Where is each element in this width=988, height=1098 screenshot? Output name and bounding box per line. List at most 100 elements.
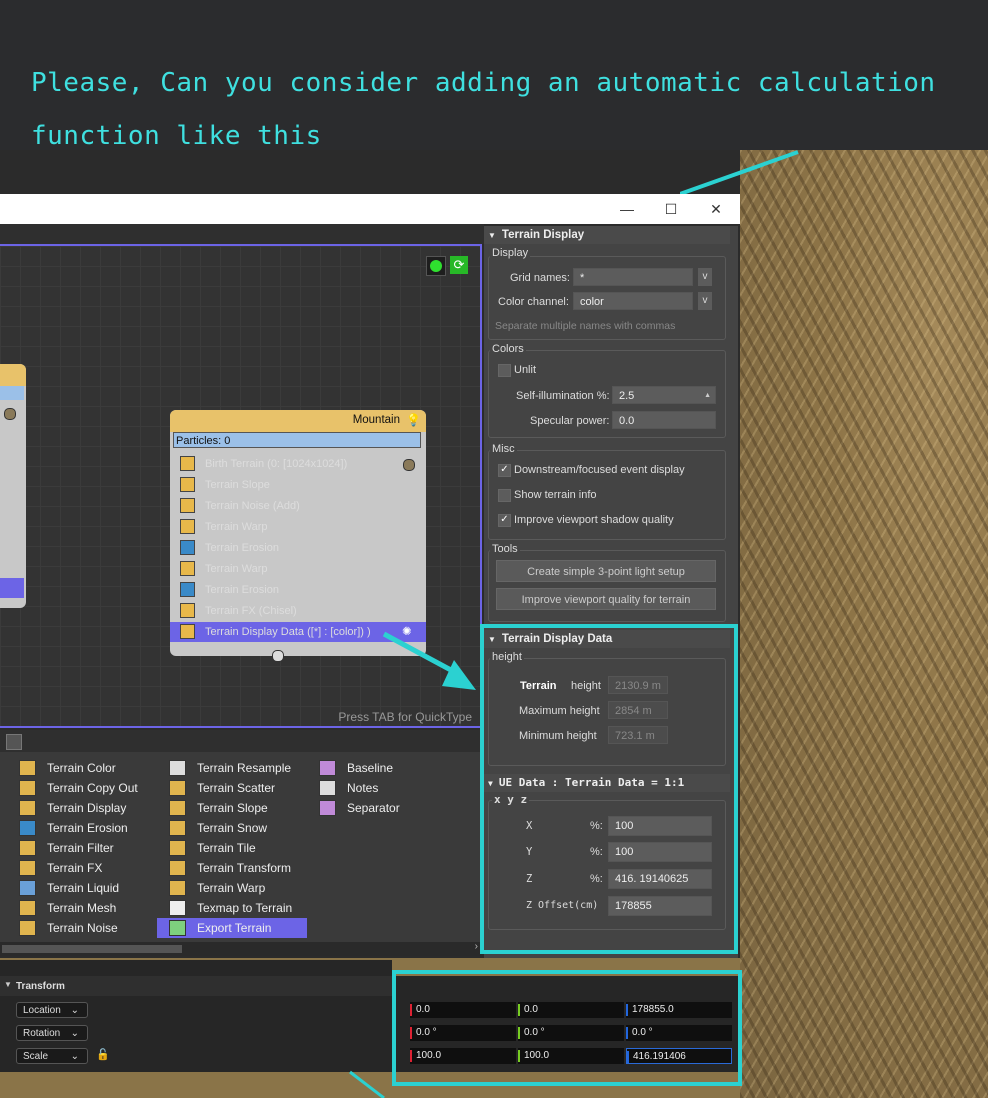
terrain-scatter-icon <box>169 780 186 796</box>
terrain-noise-icon <box>180 498 195 513</box>
grid-names-dropdown[interactable]: v <box>698 268 712 286</box>
partial-node[interactable] <box>0 364 26 608</box>
highlight-box-panel <box>480 624 738 954</box>
graph-border <box>0 726 482 728</box>
banner-line-2: function like this <box>31 121 322 151</box>
transform-title: Transform <box>16 981 65 992</box>
misc2-label: Show terrain info <box>514 489 597 501</box>
misc1-label: Downstream/focused event display <box>514 464 685 476</box>
node-item-warp-2[interactable]: Terrain Warp <box>174 559 424 579</box>
grid-names-label: Grid names: <box>510 272 570 284</box>
terrain-snow-icon <box>169 820 186 836</box>
minimize-button[interactable]: — <box>617 200 637 218</box>
terrain-erosion-icon <box>19 820 36 836</box>
texmap-icon <box>169 900 186 916</box>
terrain-slope-icon <box>180 477 195 492</box>
unlit-label: Unlit <box>514 364 537 376</box>
palette-scrollbar[interactable]: › <box>0 941 480 956</box>
misc1-checkbox[interactable]: ✓ <box>498 464 511 477</box>
self-illum-spinner[interactable]: 2.5 ▲ <box>612 386 716 404</box>
terrain-erosion-icon <box>180 540 195 555</box>
terrain-fx-icon <box>19 860 36 876</box>
terrain-liquid-icon <box>19 880 36 896</box>
palette-item-selected[interactable]: Export Terrain <box>157 918 307 938</box>
display-group-title: Display <box>490 247 531 259</box>
misc3-checkbox[interactable]: ✓ <box>498 514 511 527</box>
location-dropdown[interactable]: Location ⌄ <box>16 1002 88 1018</box>
node-item-fx[interactable]: Terrain FX (Chisel) <box>174 601 424 621</box>
terrain-tile-icon <box>169 840 186 856</box>
ue-details-panel: ▼ Transform Location ⌄ Rotation ⌄ Scale ⌄ 🔓 <box>0 960 392 1072</box>
status-icon[interactable] <box>426 256 446 276</box>
notes-icon <box>319 780 336 796</box>
specular-spinner[interactable]: 0.0 <box>612 411 716 429</box>
palette-toolbar <box>0 730 480 752</box>
colors-group-title: Colors <box>490 343 526 355</box>
quicktype-hint: Press TAB for QuickType <box>338 710 472 724</box>
refresh-icon[interactable]: ⟳ <box>450 256 468 274</box>
node-item-warp[interactable]: Terrain Warp <box>174 517 424 537</box>
terrain-transform-icon <box>169 860 186 876</box>
viewport-quality-button[interactable]: Improve viewport quality for terrain <box>496 588 716 610</box>
color-channel-dropdown[interactable]: v <box>698 292 712 310</box>
chevron-down-icon: ⌄ <box>70 1005 79 1016</box>
unlit-checkbox[interactable] <box>498 364 511 377</box>
terrain-display-rollout[interactable]: ▼ Terrain Display <box>484 226 730 244</box>
tools-group-title: Tools <box>490 543 520 555</box>
spinner-arrows-icon: ▲ <box>704 392 711 399</box>
export-terrain-icon <box>169 920 186 936</box>
terrain-filter-icon <box>19 840 36 856</box>
specular-label: Specular power: <box>530 415 610 427</box>
node-item-noise[interactable]: Terrain Noise (Add) <box>174 496 424 516</box>
lock-icon[interactable]: 🔓 <box>96 1048 110 1061</box>
terrain-fx-icon <box>180 603 195 618</box>
teal-stripe-bottom <box>349 1070 385 1098</box>
highlight-box-transform <box>392 970 742 1086</box>
banner-line-1: Please, Can you consider adding an autom… <box>31 68 936 98</box>
color-channel-label: Color channel: <box>498 296 569 308</box>
terrain-display-icon <box>180 624 195 639</box>
terrain-erosion-icon <box>180 582 195 597</box>
banner: Please, Can you consider adding an autom… <box>0 0 988 151</box>
node-item-erosion[interactable]: Terrain Erosion <box>174 538 424 558</box>
separator-icon <box>319 800 336 816</box>
collapse-icon[interactable]: ▼ <box>4 980 12 989</box>
terrain-resample-icon <box>169 760 186 776</box>
rotation-dropdown[interactable]: Rotation ⌄ <box>16 1025 88 1041</box>
baseline-icon <box>319 760 336 776</box>
node-title: Mountain <box>352 414 400 426</box>
chevron-down-icon: ⌄ <box>70 1051 79 1062</box>
names-hint: Separate multiple names with commas <box>495 320 676 332</box>
self-illum-label: Self-illumination %: <box>516 390 610 402</box>
terrain-warp-icon <box>169 880 186 896</box>
node-item-erosion-2[interactable]: Terrain Erosion <box>174 580 424 600</box>
misc3-label: Improve viewport shadow quality <box>514 514 674 526</box>
terrain-warp-icon <box>180 519 195 534</box>
misc2-checkbox[interactable] <box>498 489 511 502</box>
node-item-slope[interactable]: Terrain Slope <box>174 475 424 495</box>
teal-stripe <box>680 150 799 196</box>
particles-count: Particles: 0 <box>173 432 421 448</box>
terrain-warp-icon <box>180 561 195 576</box>
lightbulb-icon[interactable]: 💡 <box>406 413 421 427</box>
birth-terrain-icon <box>180 456 195 471</box>
terrain-display-icon <box>19 800 36 816</box>
light-setup-button[interactable]: Create simple 3-point light setup <box>496 560 716 582</box>
terrain-viewport <box>740 150 988 1098</box>
terrain-color-icon <box>19 760 36 776</box>
graph-toolbar <box>0 224 484 244</box>
terrain-slope-icon <box>169 800 186 816</box>
node-item-birth[interactable]: Birth Terrain (0: [1024x1024]) <box>174 454 424 474</box>
scale-dropdown[interactable]: Scale ⌄ <box>16 1048 88 1064</box>
operator-palette: Terrain Color Terrain Copy Out Terrain D… <box>0 752 480 942</box>
terrain-mesh-icon <box>19 900 36 916</box>
close-button[interactable]: ✕ <box>706 200 726 218</box>
color-channel-input[interactable]: color <box>573 292 693 310</box>
terrain-noise-icon <box>19 920 36 936</box>
chevron-down-icon: ⌄ <box>70 1028 79 1039</box>
maximize-button[interactable]: ☐ <box>661 200 681 218</box>
mountain-node[interactable]: Mountain 💡 Particles: 0 Birth Terrain (0… <box>170 410 426 662</box>
grid-names-input[interactable]: * <box>573 268 693 286</box>
callout-arrow <box>382 631 476 690</box>
misc-group-title: Misc <box>490 443 517 455</box>
